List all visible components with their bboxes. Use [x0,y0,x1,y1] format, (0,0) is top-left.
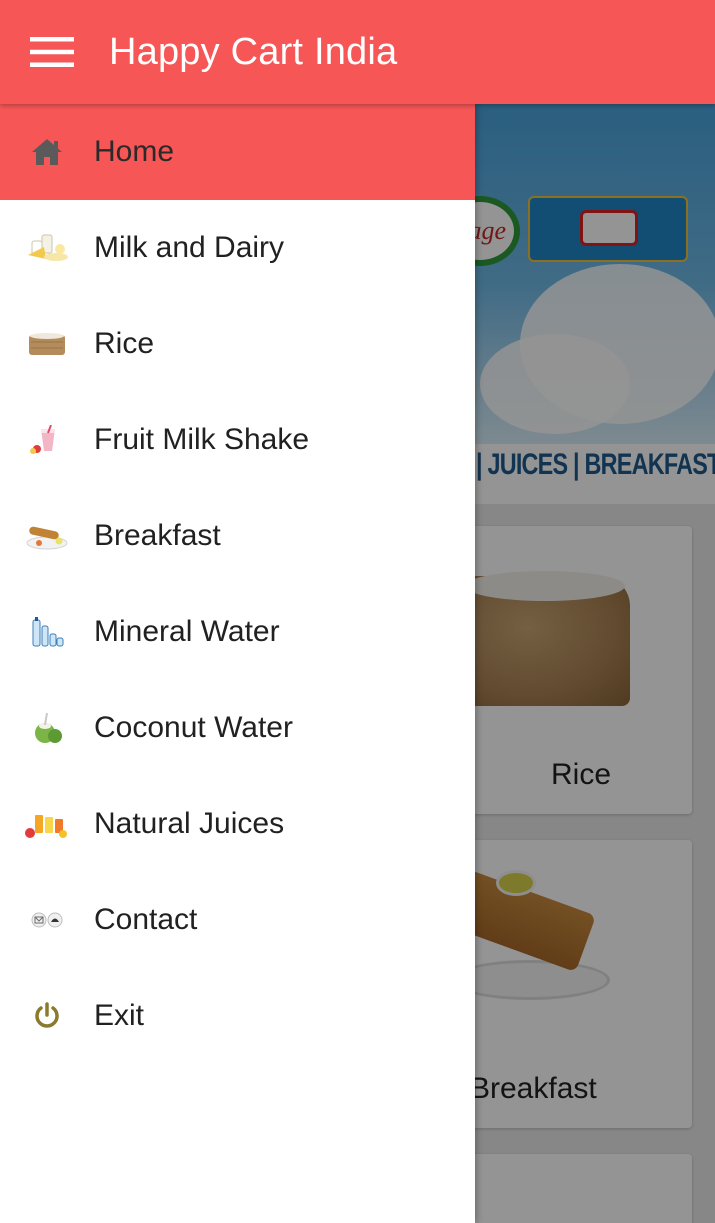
hamburger-menu-icon [30,37,74,67]
nav-item-label: Breakfast [94,519,221,552]
navigation-drawer: Home Milk and Dairy Rice Fruit Milk Shak… [0,104,475,1223]
nav-item-mineral-water[interactable]: Mineral Water [0,584,475,680]
app-title: Happy Cart India [109,30,398,73]
nav-item-label: Mineral Water [94,615,280,648]
hamburger-menu-button[interactable] [0,0,104,104]
juices-icon [0,776,94,872]
nav-item-home[interactable]: Home [0,104,475,200]
water-bottles-icon [0,584,94,680]
breakfast-dosa-icon [0,488,94,584]
milk-dairy-icon [0,200,94,296]
nav-item-fruit-milk-shake[interactable]: Fruit Milk Shake [0,392,475,488]
home-icon [0,104,94,200]
nav-item-breakfast[interactable]: Breakfast [0,488,475,584]
nav-item-milk-and-dairy[interactable]: Milk and Dairy [0,200,475,296]
nav-item-natural-juices[interactable]: Natural Juices [0,776,475,872]
nav-item-label: Coconut Water [94,711,293,744]
rice-sack-icon [0,296,94,392]
nav-item-label: Rice [94,327,155,360]
coconut-icon [0,680,94,776]
milkshake-icon [0,392,94,488]
nav-item-exit[interactable]: Exit [0,968,475,1064]
nav-item-label: Fruit Milk Shake [94,423,310,456]
nav-item-coconut-water[interactable]: Coconut Water [0,680,475,776]
contact-icon [0,872,94,968]
nav-item-label: Contact [94,903,198,936]
app-bar: Happy Cart India [0,0,715,104]
nav-item-contact[interactable]: Contact [0,872,475,968]
nav-item-label: Natural Juices [94,807,285,840]
nav-item-rice[interactable]: Rice [0,296,475,392]
nav-item-label: Milk and Dairy [94,231,285,264]
power-icon [0,968,94,1064]
nav-item-label: Home [94,135,175,168]
nav-item-label: Exit [94,999,145,1032]
